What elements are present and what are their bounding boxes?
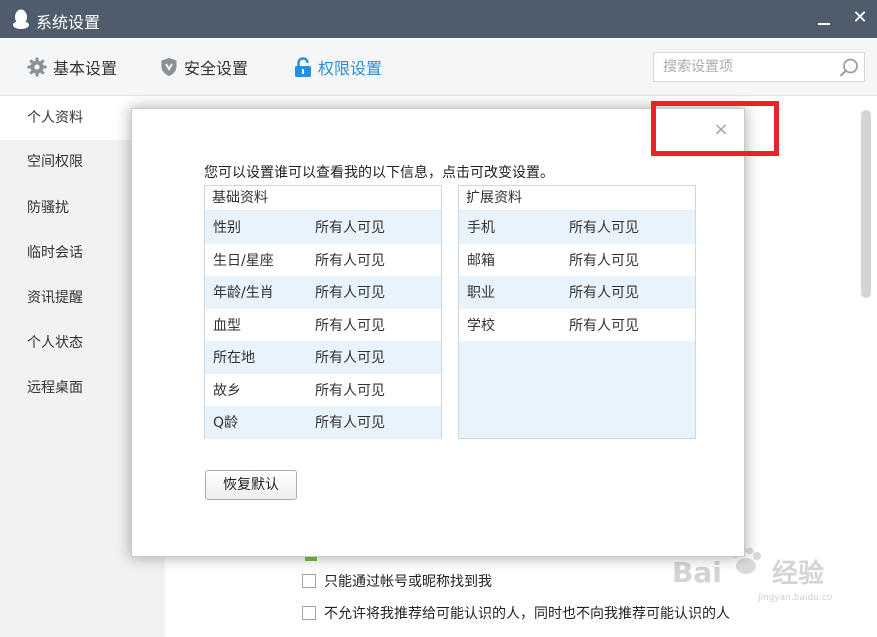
row-value[interactable]: 所有人可见 — [315, 380, 441, 400]
row-label: 生日/星座 — [213, 252, 274, 269]
option-label: 只能通过帐号或昵称找到我 — [324, 574, 492, 590]
visibility-row-phone[interactable]: 手机 所有人可见 — [459, 211, 695, 244]
basic-info-panel: 基础资料 性别 所有人可见 生日/星座 所有人可见 年龄/生肖 所有人可见 血型… — [204, 185, 442, 439]
row-label: 邮箱 — [467, 252, 495, 269]
visibility-row-occupation[interactable]: 职业 所有人可见 — [459, 276, 695, 309]
visibility-row-location[interactable]: 所在地 所有人可见 — [205, 341, 441, 374]
extended-info-header: 扩展资料 — [459, 186, 695, 211]
extended-info-panel: 扩展资料 手机 所有人可见 邮箱 所有人可见 职业 所有人可见 学校 所有人可见 — [458, 185, 696, 439]
lock-icon — [295, 56, 311, 77]
row-value[interactable]: 所有人可见 — [569, 250, 695, 270]
visibility-row-gender[interactable]: 性别 所有人可见 — [205, 211, 441, 244]
row-value[interactable]: 所有人可见 — [569, 282, 695, 302]
settings-tabs-bar: 基本设置 安全设置 权限设置 — [0, 38, 877, 96]
row-label: 学校 — [467, 317, 495, 334]
shield-icon — [161, 58, 177, 76]
checkbox[interactable] — [302, 606, 316, 620]
visibility-row-hometown[interactable]: 故乡 所有人可见 — [205, 373, 441, 406]
row-label: 手机 — [467, 220, 495, 237]
search-box — [653, 52, 865, 82]
visibility-row-age[interactable]: 年龄/生肖 所有人可见 — [205, 276, 441, 309]
row-label: 故乡 — [213, 382, 241, 399]
row-value[interactable]: 所有人可见 — [569, 217, 695, 237]
highlight-box — [651, 101, 779, 156]
search-input[interactable] — [654, 53, 832, 81]
tab-permission-settings-label: 权限设置 — [318, 59, 383, 78]
tab-security-settings-label: 安全设置 — [184, 59, 249, 78]
dialog-description: 您可以设置谁可以查看我的以下信息，点击可改变设置。 — [204, 165, 554, 181]
search-icon[interactable] — [838, 57, 860, 79]
row-label: 性别 — [213, 220, 241, 237]
content-scrollbar[interactable] — [861, 110, 871, 298]
minimize-button[interactable] — [812, 8, 836, 30]
row-label: 职业 — [467, 285, 495, 302]
tab-permission-settings[interactable]: 权限设置 — [294, 55, 382, 79]
visibility-row-email[interactable]: 邮箱 所有人可见 — [459, 243, 695, 276]
option-no-recommend[interactable]: 不允许将我推荐给可能认识的人，同时也不向我推荐可能认识的人 — [302, 603, 730, 623]
tab-security-settings[interactable]: 安全设置 — [160, 55, 248, 79]
reset-default-button[interactable]: 恢复默认 — [205, 470, 297, 500]
option-find-by-account[interactable]: 只能通过帐号或昵称找到我 — [302, 571, 492, 591]
gear-icon — [27, 57, 47, 77]
svg-text:Bai: Bai — [672, 556, 722, 589]
visibility-row-birthday[interactable]: 生日/星座 所有人可见 — [205, 243, 441, 276]
visibility-row-school[interactable]: 学校 所有人可见 — [459, 308, 695, 341]
title-bar: 系统设置 ✕ — [0, 0, 877, 38]
row-label: 所在地 — [213, 350, 255, 367]
close-window-button[interactable]: ✕ — [849, 6, 871, 30]
row-value[interactable]: 所有人可见 — [315, 217, 441, 237]
svg-text:经验: 经验 — [772, 558, 824, 589]
row-label: Q龄 — [213, 415, 239, 432]
svg-text:jingyan.baidu.com: jingyan.baidu.com — [757, 593, 832, 603]
tab-basic-settings-label: 基本设置 — [53, 59, 118, 78]
visibility-row-blood-type[interactable]: 血型 所有人可见 — [205, 308, 441, 341]
row-label: 年龄/生肖 — [213, 285, 274, 302]
row-value[interactable]: 所有人可见 — [569, 315, 695, 335]
row-value[interactable]: 所有人可见 — [315, 347, 441, 367]
row-value[interactable]: 所有人可见 — [315, 250, 441, 270]
option-label: 不允许将我推荐给可能认识的人，同时也不向我推荐可能认识的人 — [324, 606, 730, 622]
qq-penguin-icon — [13, 9, 29, 29]
row-value[interactable]: 所有人可见 — [315, 282, 441, 302]
tab-basic-settings[interactable]: 基本设置 — [27, 55, 117, 79]
profile-visibility-dialog: × 您可以设置谁可以查看我的以下信息，点击可改变设置。 基础资料 性别 所有人可… — [131, 108, 745, 557]
row-value[interactable]: 所有人可见 — [315, 315, 441, 335]
basic-info-header: 基础资料 — [205, 186, 441, 211]
row-value[interactable]: 所有人可见 — [315, 412, 441, 432]
visibility-row-q-age[interactable]: Q龄 所有人可见 — [205, 406, 441, 439]
window-title: 系统设置 — [36, 13, 101, 32]
checkbox[interactable] — [302, 574, 316, 588]
row-label: 血型 — [213, 317, 241, 334]
